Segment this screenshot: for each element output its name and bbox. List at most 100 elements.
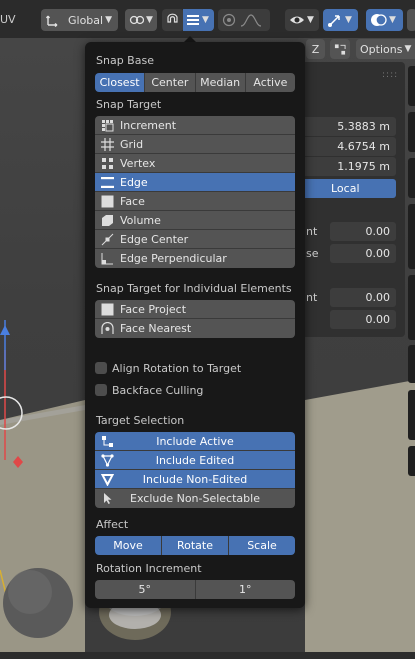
value-field[interactable]: 0.00 bbox=[330, 244, 396, 263]
include-edited-toggle[interactable]: Include Edited bbox=[95, 451, 295, 470]
viewport-header: UV Global ▼ ▼ ▼ ▼ ▼ ▼ bbox=[0, 0, 415, 38]
sidebar-tab[interactable] bbox=[408, 158, 415, 198]
face-nearest-option[interactable]: Face Nearest bbox=[95, 319, 295, 338]
edge-icon bbox=[187, 15, 199, 25]
snap-base-closest[interactable]: Closest bbox=[95, 73, 146, 92]
snap-target-volume[interactable]: Volume bbox=[95, 211, 295, 230]
snap-target-edge[interactable]: Edge bbox=[95, 173, 295, 192]
snap-target-edge-perpendicular[interactable]: Edge Perpendicular bbox=[95, 249, 295, 268]
row-label: nt bbox=[306, 225, 318, 238]
value-field[interactable]: 0.00 bbox=[330, 310, 396, 329]
affect-rotate[interactable]: Rotate bbox=[162, 536, 229, 555]
snap-base-selector: Closest Center Median Active bbox=[95, 73, 295, 92]
increment-icon bbox=[102, 120, 114, 132]
drag-handle-icon[interactable]: :::: bbox=[382, 70, 398, 80]
include-non-edited-toggle[interactable]: Include Non-Edited bbox=[95, 470, 295, 489]
options-dropdown[interactable]: Options ▼ bbox=[356, 39, 415, 59]
snap-base-center[interactable]: Center bbox=[145, 73, 196, 92]
sidebar-tab[interactable] bbox=[408, 446, 415, 476]
snap-base-median[interactable]: Median bbox=[195, 73, 246, 92]
affect-scale[interactable]: Scale bbox=[229, 536, 295, 555]
orientation-label: Global bbox=[68, 13, 104, 27]
snap-target-list: Increment Grid Vertex Edge Face Volume E… bbox=[95, 116, 295, 268]
align-rotation-checkbox[interactable]: Align Rotation to Target bbox=[95, 360, 241, 376]
proportional-editing-toggle[interactable] bbox=[218, 9, 270, 31]
orientation-dropdown[interactable]: Global ▼ bbox=[41, 9, 118, 31]
face-project-option[interactable]: Face Project bbox=[95, 300, 295, 319]
snap-target-increment[interactable]: Increment bbox=[95, 116, 295, 135]
target-selection-list: Include Active Include Edited Include No… bbox=[95, 432, 295, 508]
options-label: Options bbox=[360, 42, 403, 56]
include-active-toggle[interactable]: Include Active bbox=[95, 432, 295, 451]
overlays-dropdown[interactable]: ▼ bbox=[366, 9, 403, 31]
rotation-increment-fields: 5° 1° bbox=[95, 580, 295, 599]
dimension-z-field[interactable]: 1.1975 m bbox=[300, 157, 396, 176]
gizmo-icon bbox=[328, 14, 340, 27]
proportional-editing-icon bbox=[222, 13, 236, 27]
rotation-increment-precision-field[interactable]: 1° bbox=[195, 580, 295, 599]
gizmo-dropdown[interactable]: ▼ bbox=[323, 9, 358, 31]
edge-perpendicular-icon bbox=[101, 253, 113, 265]
overlays-icon bbox=[371, 14, 387, 26]
affect-move[interactable]: Move bbox=[95, 536, 162, 555]
snap-target-dropdown[interactable]: ▼ bbox=[183, 9, 214, 31]
magnet-icon bbox=[167, 13, 178, 23]
sidebar-tab[interactable] bbox=[408, 204, 415, 269]
rotation-increment-field[interactable]: 5° bbox=[95, 580, 196, 599]
falloff-curve-icon bbox=[240, 14, 262, 27]
sidebar-tab[interactable] bbox=[408, 275, 415, 340]
value-field[interactable]: 0.00 bbox=[330, 288, 396, 307]
affect-title: Affect bbox=[96, 518, 129, 531]
gizmo-z-arrow bbox=[0, 325, 10, 335]
chevron-down-icon: ▼ bbox=[307, 15, 314, 25]
individual-elements-list: Face Project Face Nearest bbox=[95, 300, 295, 338]
snapping-popover: Snap Base Closest Center Median Active S… bbox=[85, 42, 305, 608]
edge-icon bbox=[101, 177, 114, 188]
snap-options-toggle[interactable] bbox=[330, 39, 350, 59]
chevron-down-icon: ▼ bbox=[202, 15, 209, 25]
snap-toggle[interactable] bbox=[162, 9, 184, 31]
snap-target-edge-center[interactable]: Edge Center bbox=[95, 230, 295, 249]
grid-icon bbox=[101, 138, 114, 151]
snap-base-title: Snap Base bbox=[96, 54, 154, 67]
exclude-non-selectable-toggle[interactable]: Exclude Non-Selectable bbox=[95, 489, 295, 508]
sidebar-tab[interactable] bbox=[408, 390, 415, 440]
sidebar-tab[interactable] bbox=[408, 345, 415, 383]
cursor-icon bbox=[104, 493, 112, 504]
snap-base-active[interactable]: Active bbox=[245, 73, 295, 92]
chevron-down-icon: ▼ bbox=[345, 15, 352, 25]
backface-culling-checkbox[interactable]: Backface Culling bbox=[95, 382, 203, 398]
volume-icon bbox=[102, 215, 113, 226]
axis-z-toggle[interactable]: Z bbox=[306, 39, 325, 59]
face-icon bbox=[101, 195, 114, 208]
pivot-point-dropdown[interactable]: ▼ bbox=[125, 9, 157, 31]
vertex-icon bbox=[102, 158, 113, 169]
row-label: se bbox=[306, 247, 319, 260]
dimension-x-field[interactable]: 5.3883 m bbox=[300, 117, 396, 136]
axis-z-label: Z bbox=[311, 42, 320, 56]
include-active-icon bbox=[102, 436, 113, 447]
sidebar-tab[interactable] bbox=[408, 112, 415, 152]
individual-elements-title: Snap Target for Individual Elements bbox=[96, 282, 292, 295]
snap-target-vertex[interactable]: Vertex bbox=[95, 154, 295, 173]
local-toggle[interactable]: Local bbox=[300, 179, 396, 198]
pivot-icon bbox=[129, 15, 144, 25]
include-edited-icon bbox=[101, 454, 114, 467]
snap-target-face[interactable]: Face bbox=[95, 192, 295, 211]
chevron-down-icon: ▼ bbox=[389, 15, 396, 25]
checkbox-box[interactable] bbox=[95, 384, 107, 396]
snap-target-grid[interactable]: Grid bbox=[95, 135, 295, 154]
include-non-edited-icon bbox=[101, 474, 114, 486]
shading-mode-button[interactable] bbox=[407, 9, 415, 31]
uv-label: UV bbox=[0, 13, 16, 26]
eye-icon bbox=[290, 16, 304, 24]
checkbox-box[interactable] bbox=[95, 362, 107, 374]
visibility-dropdown[interactable]: ▼ bbox=[285, 9, 319, 31]
dimension-y-field[interactable]: 4.6754 m bbox=[300, 137, 396, 156]
value-field[interactable]: 0.00 bbox=[330, 222, 396, 241]
sidebar-tab[interactable] bbox=[408, 66, 415, 106]
snap-target-title: Snap Target bbox=[96, 98, 162, 111]
chevron-down-icon: ▼ bbox=[146, 15, 153, 25]
face-nearest-icon bbox=[101, 322, 114, 334]
target-selection-title: Target Selection bbox=[96, 414, 185, 427]
